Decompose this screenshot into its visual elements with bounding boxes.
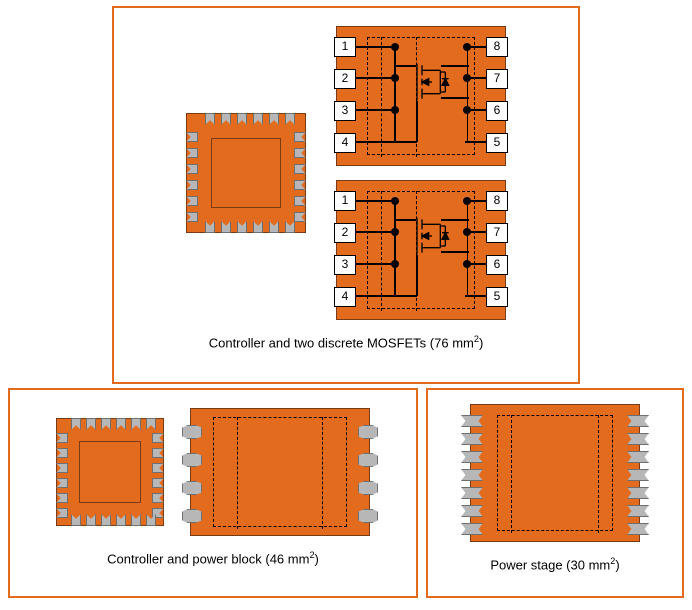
pin-label: 3	[334, 101, 356, 121]
power-block-package-icon	[190, 408, 370, 536]
mosfet-package-1: 1 2 3 4 8 7 6 5	[336, 26, 506, 166]
power-stage-package-icon	[470, 404, 640, 542]
panel-caption: Controller and two discrete MOSFETs (76 …	[209, 334, 484, 350]
panel-power-stage: Power stage (30 mm2)	[426, 388, 684, 598]
pin-label: 5	[486, 133, 508, 153]
pin-label: 6	[486, 101, 508, 121]
pin-label: 2	[334, 69, 356, 89]
mosfet-package-2: 1 2 3 4 8 7 6 5	[336, 180, 506, 320]
pin-label: 4	[334, 133, 356, 153]
qfn-controller-icon	[186, 113, 306, 233]
panel-caption: Controller and power block (46 mm2)	[107, 550, 319, 566]
pin-label: 8	[486, 37, 508, 57]
qfn-controller-icon	[56, 418, 164, 526]
qfn-die	[211, 138, 281, 208]
panel-caption: Power stage (30 mm2)	[490, 556, 619, 572]
pin-label: 1	[334, 37, 356, 57]
pin-label: 7	[486, 69, 508, 89]
panel-discrete: 1 2 3 4 8 7 6 5	[112, 6, 580, 384]
panel-power-block: Controller and power block (46 mm2)	[8, 388, 418, 598]
